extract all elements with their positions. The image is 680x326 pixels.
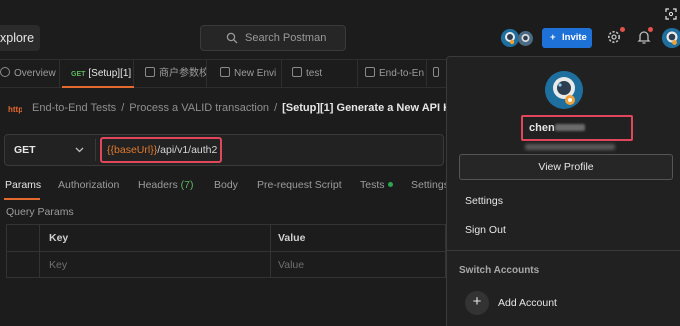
view-profile-button[interactable]: View Profile bbox=[459, 154, 673, 180]
account-menu: chen View Profile Settings Sign Out Swit… bbox=[446, 56, 680, 326]
params-tab-indicator bbox=[4, 198, 40, 200]
invite-button[interactable]: + Invite bbox=[542, 28, 592, 48]
url-path: /api/v1/auth2 bbox=[157, 144, 218, 156]
astronaut-icon bbox=[662, 28, 680, 48]
username-text: chen bbox=[529, 122, 555, 134]
tab-label: test bbox=[306, 68, 323, 79]
team-avatar-2[interactable] bbox=[518, 31, 533, 46]
tab-headers[interactable]: Headers (7) bbox=[138, 179, 193, 191]
query-params-table: Key Value Key Value bbox=[6, 224, 447, 279]
account-email-redacted bbox=[525, 144, 615, 150]
http-request-icon: http bbox=[8, 105, 22, 114]
url-variable: {{baseUrl}} bbox=[107, 144, 158, 156]
tab-tests[interactable]: Tests bbox=[360, 179, 393, 191]
notification-dot bbox=[648, 27, 653, 32]
collection-icon bbox=[145, 67, 155, 77]
overview-icon bbox=[0, 67, 10, 77]
environment-icon bbox=[292, 67, 302, 77]
menu-divider bbox=[447, 250, 680, 251]
capture-icon[interactable] bbox=[665, 8, 677, 20]
account-avatar bbox=[545, 71, 583, 109]
column-value: Value bbox=[278, 232, 306, 244]
active-tab-indicator bbox=[62, 86, 134, 88]
search-icon bbox=[226, 32, 238, 44]
tab-icon bbox=[433, 67, 439, 77]
search-input[interactable]: Search Postman bbox=[200, 25, 346, 51]
url-input[interactable]: {{baseUrl}}/api/v1/auth2 bbox=[100, 137, 222, 163]
tab-label: [Setup][1] bbox=[88, 68, 132, 79]
add-account-button[interactable]: Add Account bbox=[498, 297, 557, 309]
breadcrumb-folder[interactable]: Process a VALID transaction bbox=[129, 102, 269, 114]
user-avatar-button[interactable] bbox=[662, 28, 680, 48]
tab-overview[interactable]: Overview bbox=[0, 60, 60, 88]
query-params-title: Query Params bbox=[6, 206, 74, 218]
invite-plus-icon: + bbox=[550, 32, 556, 43]
switch-accounts-title: Switch Accounts bbox=[459, 265, 540, 276]
tab-label: End-to-En bbox=[379, 68, 425, 79]
table-header-row: Key Value bbox=[7, 225, 447, 252]
explore-tab[interactable]: xplore bbox=[0, 25, 40, 51]
column-key: Key bbox=[49, 232, 69, 244]
settings-menu-item[interactable]: Settings bbox=[465, 195, 503, 207]
table-row: Key Value bbox=[7, 252, 447, 279]
breadcrumb: End-to-End Tests / Process a VALID transac… bbox=[32, 102, 463, 114]
gear-icon[interactable] bbox=[606, 29, 622, 45]
value-input[interactable]: Value bbox=[278, 252, 438, 278]
tab-test[interactable]: test bbox=[288, 60, 358, 88]
tab-body[interactable]: Body bbox=[214, 179, 238, 191]
search-placeholder: Search Postman bbox=[245, 32, 327, 44]
tests-status-dot bbox=[387, 182, 393, 187]
breadcrumb-separator: / bbox=[121, 102, 125, 114]
collection-icon bbox=[365, 67, 375, 77]
tab-pre-request-script[interactable]: Pre-request Script bbox=[257, 179, 342, 191]
tab-overflow[interactable] bbox=[433, 60, 445, 88]
chevron-down-icon[interactable] bbox=[75, 147, 84, 153]
tab-label: 商户参数校 bbox=[159, 68, 207, 79]
top-bar: xplore Search Postman + Invite bbox=[0, 0, 680, 60]
username-redacted bbox=[554, 124, 585, 131]
tab-params[interactable]: Params bbox=[5, 179, 41, 191]
tests-label: Tests bbox=[360, 179, 385, 191]
breadcrumb-current[interactable]: [Setup][1] Generate a New API Key bbox=[282, 102, 463, 114]
url-divider bbox=[95, 139, 96, 161]
svg-text:http: http bbox=[8, 105, 22, 114]
column-divider bbox=[39, 225, 40, 277]
tab-setup-request[interactable]: GET [Setup][1] bbox=[62, 60, 134, 88]
column-divider bbox=[270, 225, 271, 277]
invite-label: Invite bbox=[562, 32, 587, 43]
astronaut-icon bbox=[545, 71, 583, 109]
breadcrumb-collection[interactable]: End-to-End Tests bbox=[32, 102, 116, 114]
tab-method-badge: GET bbox=[71, 71, 86, 78]
tab-new-environment[interactable]: New Envi bbox=[216, 60, 282, 88]
breadcrumb-separator: / bbox=[274, 102, 278, 114]
tab-settings[interactable]: Settings bbox=[411, 179, 449, 191]
account-username: chen bbox=[521, 115, 633, 141]
sign-out-menu-item[interactable]: Sign Out bbox=[465, 224, 506, 236]
tab-merchant-params[interactable]: 商户参数校 bbox=[137, 60, 207, 88]
headers-count: (7) bbox=[180, 179, 194, 191]
method-select[interactable]: GET bbox=[14, 135, 36, 165]
key-input[interactable]: Key bbox=[49, 252, 269, 278]
headers-label: Headers bbox=[138, 179, 178, 191]
environment-icon bbox=[220, 67, 230, 77]
request-tabs: Params Authorization Headers (7) Body Pr… bbox=[0, 173, 449, 199]
request-url-bar: GET {{baseUrl}}/api/v1/auth2 bbox=[4, 134, 444, 166]
tab-label: Overview bbox=[14, 68, 56, 79]
settings-notification-dot bbox=[620, 27, 625, 32]
team-avatar-1[interactable] bbox=[501, 29, 519, 47]
tab-authorization[interactable]: Authorization bbox=[58, 179, 119, 191]
tab-label: New Envi bbox=[234, 68, 277, 79]
astronaut-icon bbox=[501, 29, 519, 47]
tab-end-to-end[interactable]: End-to-En bbox=[361, 60, 427, 88]
astronaut-icon bbox=[518, 31, 533, 46]
add-account-icon[interactable]: + bbox=[465, 291, 489, 315]
